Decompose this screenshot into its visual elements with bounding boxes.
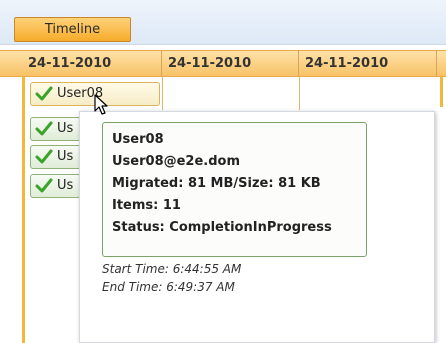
tooltip-migrated: Migrated: 81 MB/Size: 81 KB	[112, 176, 321, 191]
tooltip-end-time: End Time: 6:49:37 AM	[102, 280, 235, 294]
migration-item[interactable]: Us	[30, 145, 82, 169]
check-icon	[35, 121, 53, 136]
item-label: Us	[57, 121, 74, 136]
item-details-tooltip: User08 User08@e2e.dom Migrated: 81 MB/Si…	[79, 111, 435, 343]
migration-item[interactable]: Us	[30, 117, 82, 141]
tooltip-user: User08	[112, 132, 164, 147]
timeline-lane-marker	[440, 77, 443, 107]
timeline-button[interactable]: Timeline	[14, 17, 131, 42]
date-column-header[interactable]: 24-11-2010	[162, 51, 299, 76]
item-label: Us	[57, 149, 74, 164]
check-icon	[35, 178, 53, 193]
mouse-cursor-icon	[94, 94, 108, 115]
toolbar: Timeline	[0, 0, 446, 45]
tooltip-start-time: Start Time: 6:44:55 AM	[102, 262, 242, 276]
tooltip-items: Items: 11	[112, 198, 181, 213]
column-divider	[299, 77, 300, 110]
item-details-box: User08 User08@e2e.dom Migrated: 81 MB/Si…	[102, 122, 367, 257]
date-column-header[interactable]: 24-11-2010	[299, 51, 437, 76]
migration-item[interactable]: Us	[30, 174, 82, 198]
date-column-header[interactable]: 24-11-2010	[22, 51, 162, 76]
tooltip-status: Status: CompletionInProgress	[112, 220, 332, 235]
check-icon	[35, 86, 53, 101]
column-divider	[162, 77, 163, 110]
date-column-header-partial	[437, 51, 446, 76]
item-label: Us	[57, 178, 74, 193]
timeline-lane-marker	[22, 77, 25, 343]
tooltip-email: User08@e2e.dom	[112, 154, 241, 169]
check-icon	[35, 149, 53, 164]
date-header-row: 24-11-2010 24-11-2010 24-11-2010	[0, 50, 446, 77]
